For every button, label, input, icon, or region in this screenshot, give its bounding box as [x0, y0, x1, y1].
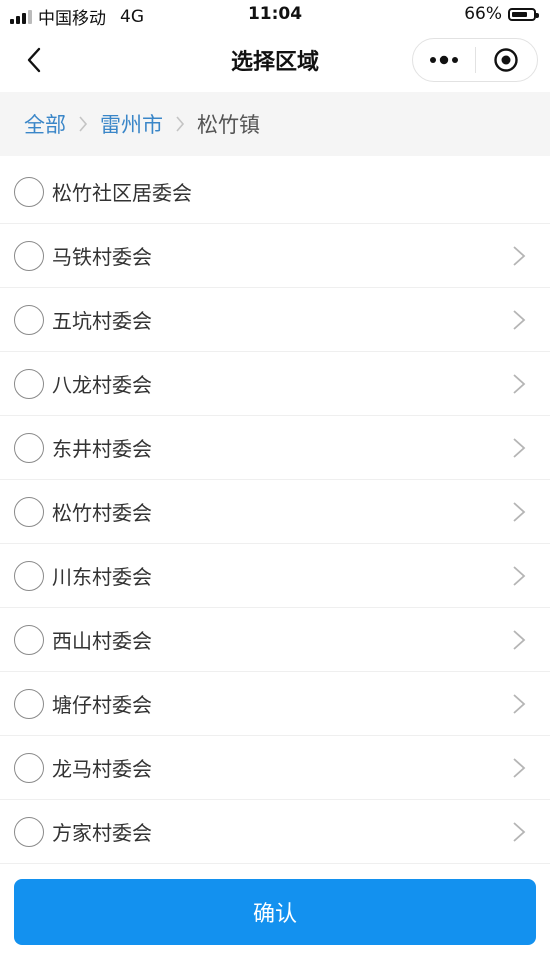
- chevron-right-icon[interactable]: [512, 245, 526, 267]
- target-circle-icon: [494, 48, 518, 72]
- chevron-right-icon: [78, 115, 88, 133]
- list-item[interactable]: 龙马村委会: [0, 736, 550, 800]
- list-item[interactable]: 川东村委会: [0, 544, 550, 608]
- radio-circle-icon[interactable]: [14, 624, 44, 655]
- list-item-label: 松竹社区居委会: [52, 181, 192, 205]
- chevron-right-icon: [175, 115, 185, 133]
- chevron-right-icon[interactable]: [512, 565, 526, 587]
- chevron-right-icon[interactable]: [512, 693, 526, 715]
- mini-program-capsule: [412, 38, 538, 82]
- list-item-label: 西山村委会: [52, 629, 152, 653]
- status-right: 66%: [464, 4, 539, 24]
- more-dots-icon: [429, 55, 458, 65]
- radio-circle-icon[interactable]: [14, 816, 44, 847]
- breadcrumb: 全部 雷州市 松竹镇: [0, 92, 550, 156]
- area-list: 松竹社区居委会 马铁村委会 五坑村委会 八龙村委会 东井村委会 松竹村委会 川东…: [0, 160, 550, 864]
- list-item[interactable]: 方家村委会: [0, 800, 550, 864]
- breadcrumb-item-all[interactable]: 全部: [24, 109, 66, 139]
- chevron-right-icon[interactable]: [512, 437, 526, 459]
- list-item[interactable]: 八龙村委会: [0, 352, 550, 416]
- list-item-label: 马铁村委会: [52, 245, 152, 269]
- radio-circle-icon[interactable]: [14, 368, 44, 399]
- list-item[interactable]: 松竹社区居委会: [0, 160, 550, 224]
- breadcrumb-current: 松竹镇: [197, 113, 260, 137]
- more-button[interactable]: [413, 39, 475, 81]
- chevron-right-icon[interactable]: [512, 309, 526, 331]
- list-item[interactable]: 西山村委会: [0, 608, 550, 672]
- chevron-right-icon[interactable]: [512, 821, 526, 843]
- radio-circle-icon[interactable]: [14, 304, 44, 335]
- chevron-right-icon[interactable]: [512, 757, 526, 779]
- radio-circle-icon[interactable]: [14, 560, 44, 591]
- confirm-button[interactable]: 确认: [14, 879, 536, 945]
- list-item[interactable]: 塘仔村委会: [0, 672, 550, 736]
- list-item-label: 方家村委会: [52, 821, 152, 845]
- close-button[interactable]: [476, 39, 538, 81]
- radio-circle-icon[interactable]: [14, 688, 44, 719]
- list-item[interactable]: 马铁村委会: [0, 224, 550, 288]
- list-item[interactable]: 松竹村委会: [0, 480, 550, 544]
- battery-icon: [508, 7, 539, 21]
- chevron-right-icon[interactable]: [512, 501, 526, 523]
- chevron-right-icon[interactable]: [512, 373, 526, 395]
- status-bar: 中国移动 4G 11:04 66%: [0, 0, 550, 30]
- list-item-label: 八龙村委会: [52, 373, 152, 397]
- list-item-label: 五坑村委会: [52, 309, 152, 333]
- list-item[interactable]: 五坑村委会: [0, 288, 550, 352]
- battery-percent: 66%: [464, 4, 502, 24]
- chevron-right-icon[interactable]: [512, 629, 526, 651]
- breadcrumb-item-city[interactable]: 雷州市: [100, 109, 163, 139]
- nav-bar: 选择区域: [0, 30, 550, 90]
- list-item-label: 松竹村委会: [52, 501, 152, 525]
- radio-circle-icon[interactable]: [14, 176, 44, 207]
- list-item[interactable]: 东井村委会: [0, 416, 550, 480]
- radio-circle-icon[interactable]: [14, 240, 44, 271]
- radio-circle-icon[interactable]: [14, 752, 44, 783]
- list-item-label: 川东村委会: [52, 565, 152, 589]
- list-item-label: 塘仔村委会: [52, 693, 152, 717]
- list-item-label: 龙马村委会: [52, 757, 152, 781]
- radio-circle-icon[interactable]: [14, 432, 44, 463]
- radio-circle-icon[interactable]: [14, 496, 44, 527]
- list-item-label: 东井村委会: [52, 437, 152, 461]
